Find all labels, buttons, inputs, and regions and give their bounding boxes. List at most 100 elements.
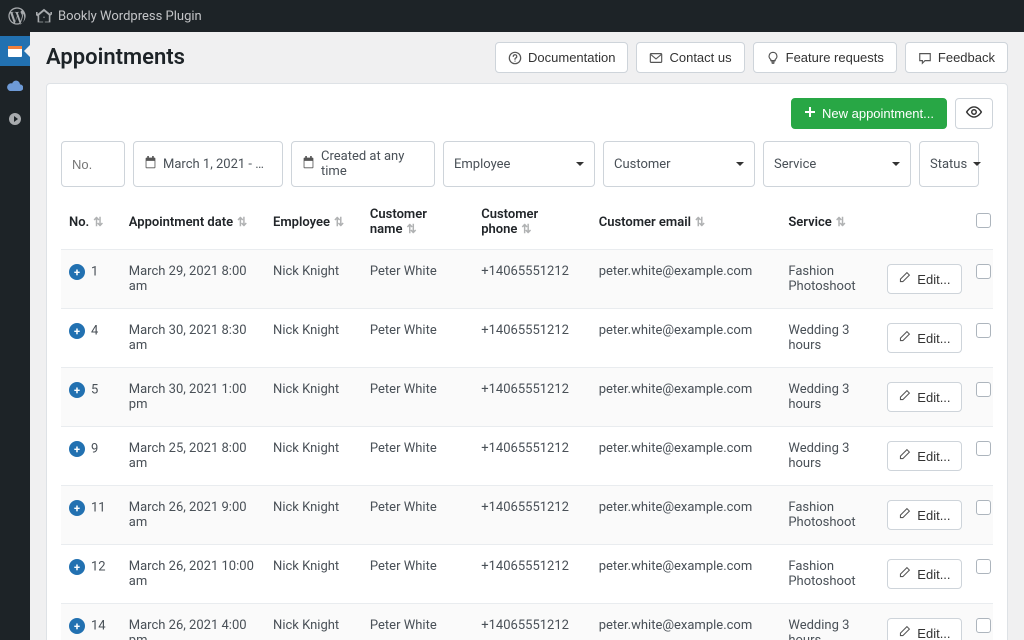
cell-date: March 26, 2021 9:00 am <box>121 486 265 545</box>
pencil-icon <box>898 566 911 582</box>
filter-service-select[interactable]: Service <box>763 141 911 187</box>
edit-button[interactable]: Edit... <box>887 264 961 294</box>
contact-us-button[interactable]: Contact us <box>636 42 744 73</box>
expand-row-button[interactable]: + <box>69 618 85 634</box>
filter-created-at[interactable]: Created at any time <box>291 141 435 187</box>
plus-icon <box>804 106 816 121</box>
column-header-customer-phone[interactable]: Customer phone⇅ <box>473 197 590 250</box>
feedback-button[interactable]: Feedback <box>905 42 1008 73</box>
cell-service: Wedding 3 hours <box>780 309 879 368</box>
wordpress-logo-icon[interactable] <box>8 7 26 25</box>
columns-visibility-button[interactable] <box>955 98 993 129</box>
table-row: +9March 25, 2021 8:00 amNick KnightPeter… <box>61 427 993 486</box>
column-header-no[interactable]: No.⇅ <box>61 197 121 250</box>
chevron-down-icon <box>576 162 584 170</box>
edit-button[interactable]: Edit... <box>887 500 961 530</box>
cell-date: March 29, 2021 8:00 am <box>121 250 265 309</box>
appointments-table: No.⇅ Appointment date⇅ Employee⇅ Custome… <box>61 197 993 640</box>
table-row: +12March 26, 2021 10:00 amNick KnightPet… <box>61 545 993 604</box>
cell-customer-name: Peter White <box>362 604 473 640</box>
cell-customer-email: peter.white@example.com <box>591 250 781 309</box>
cell-date: March 26, 2021 10:00 am <box>121 545 265 604</box>
pencil-icon <box>898 389 911 405</box>
edit-button[interactable]: Edit... <box>887 618 961 640</box>
row-checkbox[interactable] <box>976 500 991 515</box>
documentation-button[interactable]: Documentation <box>495 42 628 73</box>
column-header-employee[interactable]: Employee⇅ <box>265 197 362 250</box>
expand-row-button[interactable]: + <box>69 559 85 575</box>
table-row: +11March 26, 2021 9:00 amNick KnightPete… <box>61 486 993 545</box>
sort-icon: ⇅ <box>334 215 344 229</box>
edit-button[interactable]: Edit... <box>887 382 961 412</box>
table-row: +4March 30, 2021 8:30 amNick KnightPeter… <box>61 309 993 368</box>
cell-employee: Nick Knight <box>265 604 362 640</box>
cell-customer-phone: +14065551212 <box>473 604 590 640</box>
expand-row-button[interactable]: + <box>69 500 85 516</box>
cell-no: 12 <box>91 560 106 575</box>
sort-icon: ⇅ <box>695 215 705 229</box>
row-checkbox[interactable] <box>976 382 991 397</box>
site-title[interactable]: Bookly Wordpress Plugin <box>58 9 202 24</box>
edit-button[interactable]: Edit... <box>887 441 961 471</box>
cell-customer-name: Peter White <box>362 309 473 368</box>
column-header-appointment-date[interactable]: Appointment date⇅ <box>121 197 265 250</box>
row-checkbox[interactable] <box>976 618 991 633</box>
cell-customer-email: peter.white@example.com <box>591 368 781 427</box>
cell-customer-name: Peter White <box>362 486 473 545</box>
column-header-service[interactable]: Service⇅ <box>780 197 879 250</box>
cell-no: 1 <box>91 265 98 280</box>
new-appointment-button[interactable]: New appointment... <box>791 98 947 129</box>
expand-row-button[interactable]: + <box>69 382 85 398</box>
home-icon[interactable] <box>36 8 52 24</box>
edit-button[interactable]: Edit... <box>887 323 961 353</box>
wp-admin-sidebar <box>0 32 30 640</box>
cell-customer-phone: +14065551212 <box>473 427 590 486</box>
sidebar-item-bookly[interactable] <box>0 36 30 66</box>
filter-status-select[interactable]: Status <box>919 141 979 187</box>
row-checkbox[interactable] <box>976 441 991 456</box>
chevron-down-icon <box>736 162 744 170</box>
help-icon <box>508 51 522 65</box>
pencil-icon <box>898 448 911 464</box>
filter-no-input[interactable] <box>61 141 125 187</box>
expand-row-button[interactable]: + <box>69 264 85 280</box>
pencil-icon <box>898 330 911 346</box>
sidebar-item-cloud[interactable] <box>0 70 30 100</box>
feature-requests-button[interactable]: Feature requests <box>753 42 897 73</box>
cell-date: March 25, 2021 8:00 am <box>121 427 265 486</box>
row-checkbox[interactable] <box>976 559 991 574</box>
edit-button[interactable]: Edit... <box>887 559 961 589</box>
sidebar-item-generic[interactable] <box>0 104 30 134</box>
cell-customer-phone: +14065551212 <box>473 486 590 545</box>
page-title: Appointments <box>46 45 185 70</box>
row-checkbox[interactable] <box>976 323 991 338</box>
filter-customer-select[interactable]: Customer <box>603 141 755 187</box>
column-header-customer-email[interactable]: Customer email⇅ <box>591 197 781 250</box>
sort-icon: ⇅ <box>836 215 846 229</box>
expand-row-button[interactable]: + <box>69 441 85 457</box>
calendar-icon <box>302 156 315 173</box>
cell-customer-email: peter.white@example.com <box>591 309 781 368</box>
mail-icon <box>649 51 663 65</box>
column-header-customer-name[interactable]: Customer name⇅ <box>362 197 473 250</box>
filter-employee-select[interactable]: Employee <box>443 141 595 187</box>
cell-service: Fashion Photoshoot <box>780 545 879 604</box>
select-all-checkbox[interactable] <box>976 213 991 228</box>
cell-customer-email: peter.white@example.com <box>591 427 781 486</box>
cell-employee: Nick Knight <box>265 427 362 486</box>
cell-customer-email: peter.white@example.com <box>591 486 781 545</box>
table-row: +1March 29, 2021 8:00 amNick KnightPeter… <box>61 250 993 309</box>
sort-icon: ⇅ <box>521 222 531 236</box>
cell-service: Fashion Photoshoot <box>780 486 879 545</box>
cell-no: 4 <box>91 324 98 339</box>
cell-service: Wedding 3 hours <box>780 368 879 427</box>
sort-icon: ⇅ <box>406 222 416 236</box>
chevron-down-icon <box>892 162 900 170</box>
wp-admin-toolbar: Bookly Wordpress Plugin <box>0 0 1024 32</box>
row-checkbox[interactable] <box>976 264 991 279</box>
cell-customer-name: Peter White <box>362 368 473 427</box>
filter-date-range[interactable]: March 1, 2021 - Mar... <box>133 141 283 187</box>
expand-row-button[interactable]: + <box>69 323 85 339</box>
cell-employee: Nick Knight <box>265 545 362 604</box>
cell-customer-email: peter.white@example.com <box>591 604 781 640</box>
